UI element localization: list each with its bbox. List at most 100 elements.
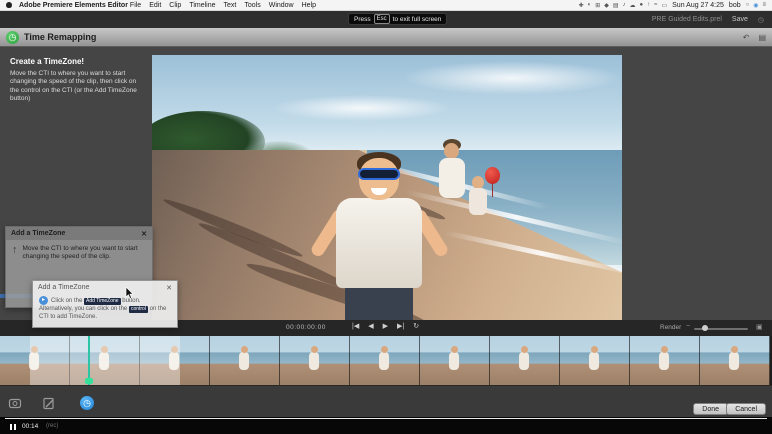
sunglasses-shape [358,168,400,180]
macos-menubar: Adobe Premiere Elements Editor File Edit C… [0,0,772,11]
panel-icon[interactable]: ▤ [758,33,766,42]
filmstrip-frame[interactable] [630,336,700,385]
instruction-heading: Create a TimeZone! [10,57,144,66]
render-label[interactable]: Render [660,324,681,331]
filmstrip-frame[interactable] [350,336,420,385]
status-icon[interactable]: ↑ [647,2,650,9]
transport-controls: |◀ ◀ ▶ ▶| ↻ [352,322,419,330]
menubar-clock[interactable]: Sun Aug 27 4:25 [672,2,724,9]
filmstrip-frame[interactable] [700,336,770,385]
status-icon[interactable]: ◆ [604,2,609,9]
status-icon[interactable]: ▤ [613,2,619,9]
status-icon[interactable]: ≈ [654,2,657,9]
spotlight-search-icon[interactable]: ≡ [762,2,766,9]
menu-item[interactable]: Help [302,2,316,9]
menu-item[interactable]: Timeline [189,2,215,9]
app-titlebar: Press Esc to exit full screen PRE Guided… [0,11,772,28]
close-icon[interactable]: ✕ [166,284,172,292]
menu-app-name[interactable]: Adobe Premiere Elements Editor [19,2,128,9]
menu-item[interactable]: File [130,2,141,9]
control-chip: control [129,306,148,313]
guided-header-actions: ↶ ▤ [743,33,766,42]
woman-figure [439,158,465,198]
transport-button[interactable]: |◀ [352,322,359,330]
zoom-out-icon[interactable]: − [686,323,690,330]
sync-icon[interactable]: ◷ [758,16,764,24]
popup-overlay-wash [30,336,180,385]
tooltip-text-pre: Press [354,16,371,23]
recording-time: 00:14 [22,423,38,430]
esc-key-badge: Esc [374,14,390,24]
boy-figure [345,285,413,320]
cloud-shape [402,61,622,95]
popup-body-text: Click on the [51,298,82,304]
guided-edit-header: ◷ Time Remapping ↶ ▤ [0,28,772,47]
status-icon[interactable]: ◐ [588,2,592,9]
done-button[interactable]: Done [693,403,728,415]
screen: Adobe Premiere Elements Editor File Edit C… [0,0,772,434]
cancel-button[interactable]: Cancel [726,403,766,415]
transport-button[interactable]: ◀ [368,322,373,330]
menubar-user[interactable]: bob [729,2,741,9]
popup-title: Add a TimeZone [11,230,65,237]
filmstrip-frame[interactable] [420,336,490,385]
recording-bar: 00:14 (rec) [0,417,772,434]
status-icon[interactable]: ▭ [661,2,667,9]
filmstrip-frame[interactable] [560,336,630,385]
add-timezone-popup-2: Add a TimeZone ✕ ▸Click on the Add TimeZ… [32,280,178,328]
spotlight-search-icon[interactable]: ◉ [753,2,758,9]
cloud-shape [272,95,452,121]
apple-logo-icon[interactable] [6,2,12,8]
status-icon[interactable]: ♪ [623,2,626,9]
status-icon[interactable]: ☁ [630,2,636,9]
close-icon[interactable]: ✕ [141,230,147,238]
tooltip-text-post: to exit full screen [393,16,442,23]
time-remap-icon[interactable]: ◷ [80,396,94,410]
undo-icon[interactable]: ↶ [743,33,750,42]
guided-edit-title: Time Remapping [24,32,96,42]
filmstrip-frame[interactable] [280,336,350,385]
instruction-body: Move the CTI to where you want to start … [10,70,144,104]
cti-playhead-handle[interactable] [85,378,93,384]
bottom-toolbar: ◷ Done Cancel [0,385,772,417]
camera-icon[interactable] [8,396,22,410]
filmstrip-frame[interactable] [490,336,560,385]
menu-item[interactable]: Edit [149,2,161,9]
menu-items: File Edit Clip Timeline Text Tools Window Help [130,2,316,9]
video-preview[interactable] [152,55,622,320]
status-icon[interactable]: ⊞ [595,2,600,9]
boy-figure [336,198,422,288]
recording-progress [5,418,767,419]
menu-item[interactable]: Window [269,2,294,9]
popup-body-text: Move the CTI to where you want to start … [23,245,147,262]
status-icon[interactable]: ● [640,2,644,9]
status-icon[interactable]: ✚ [579,2,584,9]
mouse-cursor [125,286,134,304]
timecode-display: 00:00:00:00 [286,324,326,331]
menu-item[interactable]: Text [224,2,237,9]
popup-title: Add a TimeZone [38,284,89,291]
girl-figure [469,188,487,215]
balloon-string [492,183,493,197]
info-icon: ▸ [39,296,48,305]
titlebar-right: PRE Guided Edits.prel Save ◷ [652,11,764,28]
spotlight-search-icon[interactable]: ○ [746,2,750,9]
save-button[interactable]: Save [732,16,748,23]
filmstrip-frame[interactable] [210,336,280,385]
transport-button[interactable]: ▶| [397,322,404,330]
instruction-panel: Create a TimeZone! Move the CTI to where… [10,57,144,104]
pause-icon[interactable] [10,424,16,430]
fit-screen-icon[interactable]: ▣ [756,323,763,331]
fullscreen-tooltip: Press Esc to exit full screen [348,13,447,25]
recording-note: (rec) [46,423,58,429]
menubar-status-area: ✚ ◐⊞ ◆ ▤ ♪ ☁ ●↑ ≈ ▭ Sun Aug 27 4:25 bob ○◉ ≡ [579,2,766,9]
project-name: PRE Guided Edits.prel [652,16,722,23]
transport-button[interactable]: ▶ [383,322,388,330]
menu-item[interactable]: Tools [244,2,260,9]
transport-button[interactable]: ↻ [413,322,419,330]
edit-icon[interactable] [42,396,56,410]
zoom-slider-handle[interactable] [702,325,708,331]
red-balloon-shape [485,167,500,184]
menubar-trailing-icons: ○◉ ≡ [746,2,766,9]
menu-item[interactable]: Clip [169,2,181,9]
